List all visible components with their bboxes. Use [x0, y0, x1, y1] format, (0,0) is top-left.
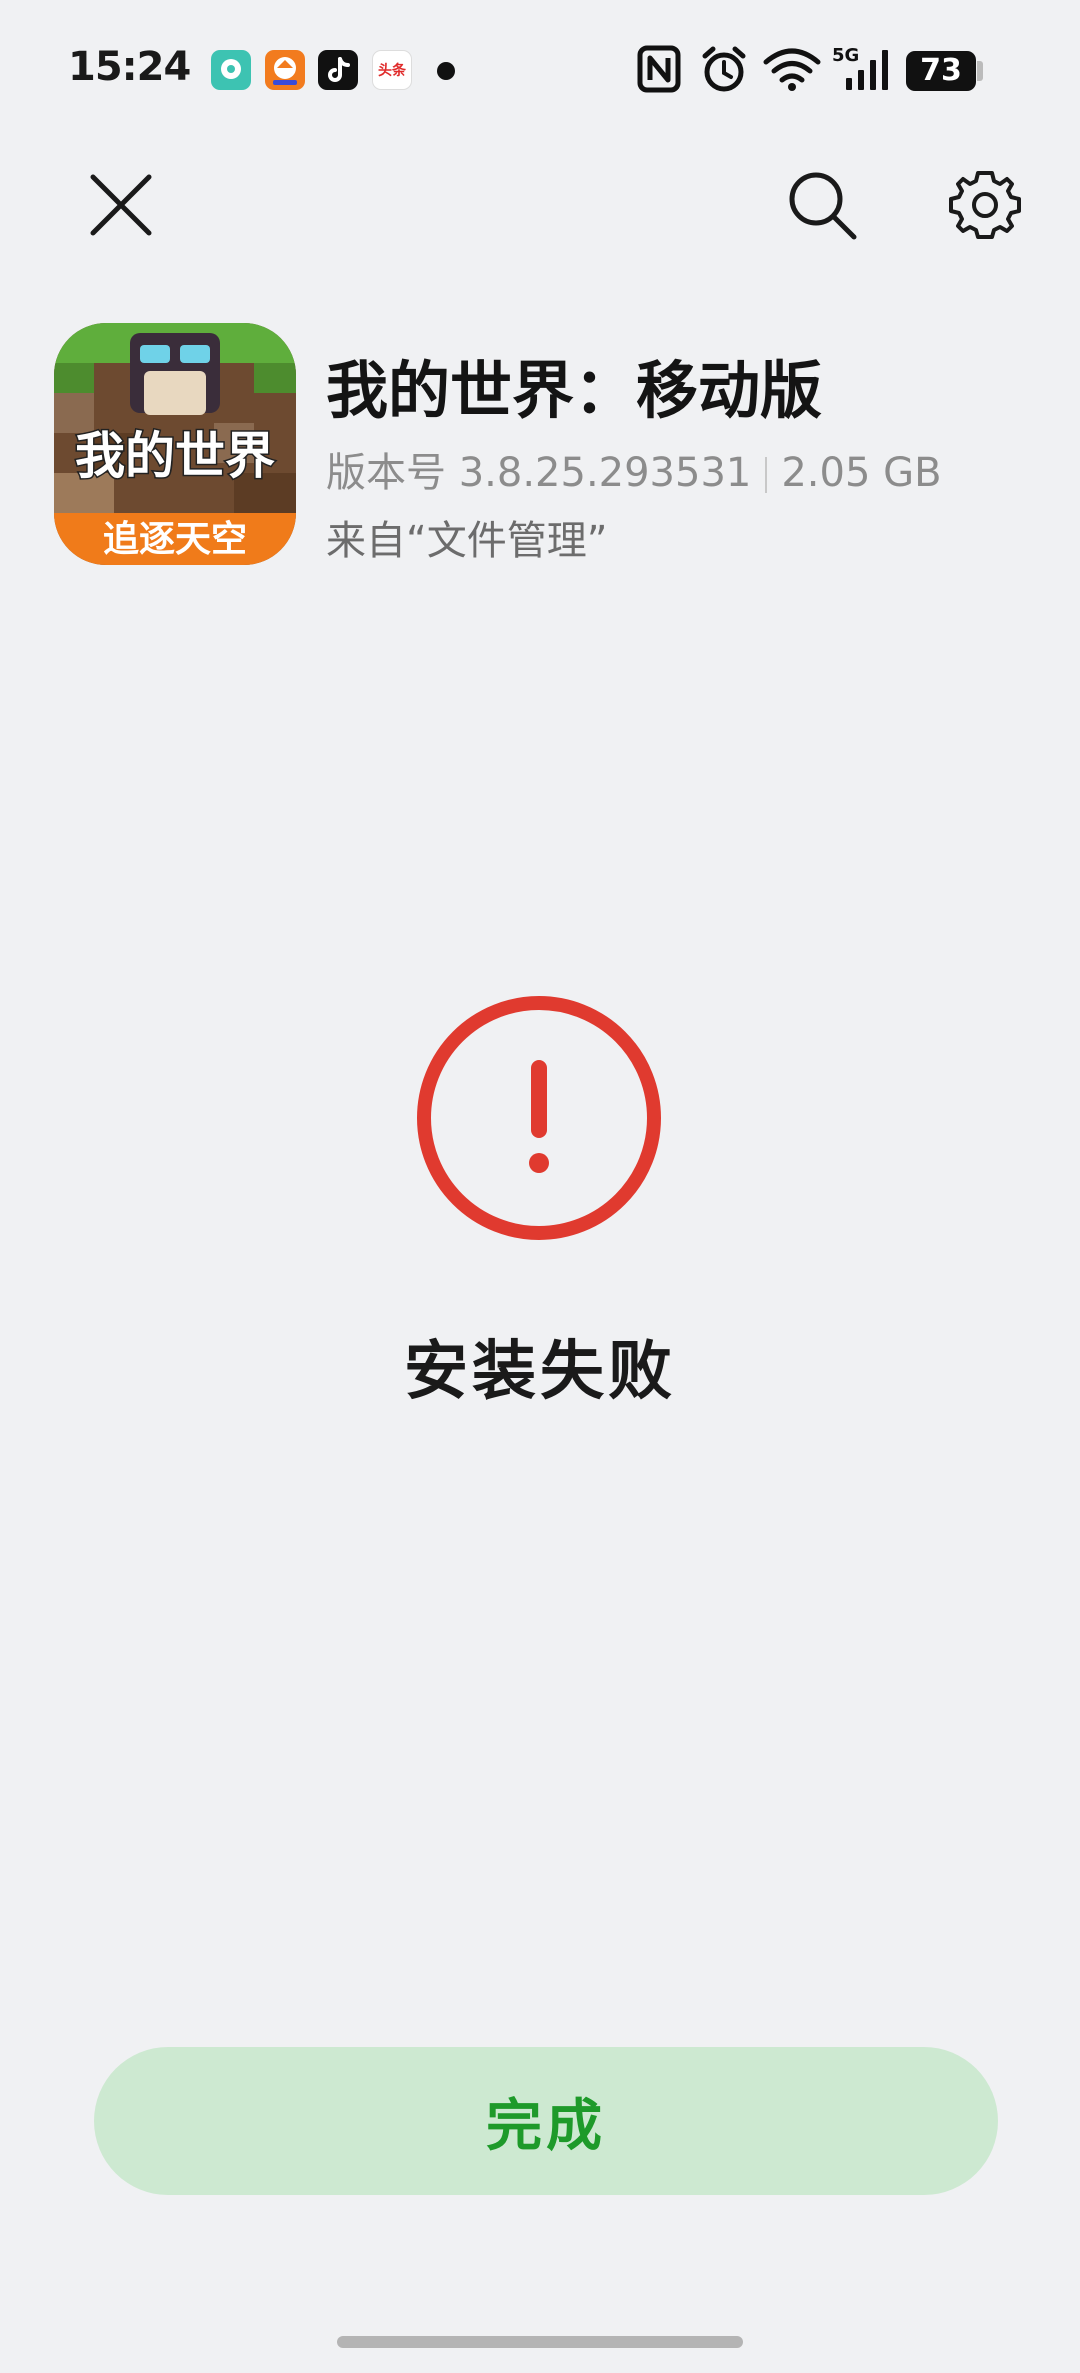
app-name: 我的世界：移动版 — [326, 354, 823, 427]
5g-signal-icon: 5G — [832, 44, 892, 98]
gear-icon — [949, 171, 1021, 239]
meta-divider — [765, 457, 768, 493]
tiktok-icon — [318, 50, 358, 90]
more-notifications-dot — [437, 62, 455, 80]
battery-tip — [977, 61, 983, 81]
error-exclamation-icon — [414, 993, 664, 1243]
install-status-text: 安装失败 — [404, 1335, 676, 1409]
settings-button[interactable] — [945, 165, 1025, 245]
done-button[interactable]: 完成 — [94, 2047, 998, 2195]
app-version: 版本号 3.8.25.293531 — [326, 450, 752, 496]
app-icon-title: 我的世界 — [75, 427, 275, 485]
wifi-icon — [763, 48, 821, 96]
nfc-icon — [637, 44, 681, 98]
home-indicator[interactable] — [337, 2336, 743, 2348]
status-time: 15:24 — [68, 44, 191, 90]
toutiao-icon: 头条 — [372, 50, 412, 90]
search-button[interactable] — [782, 165, 862, 245]
app-icon: 我的世界 追逐天空 — [54, 323, 296, 565]
network-label: 5G — [832, 45, 859, 66]
app-icon-subtitle: 追逐天空 — [103, 519, 247, 560]
bubble-app-icon — [211, 50, 251, 90]
toutiao-label: 头条 — [378, 63, 406, 79]
battery-level: 73 — [906, 51, 976, 91]
close-button[interactable] — [81, 165, 161, 245]
fox-app-icon — [265, 50, 305, 90]
app-meta: 版本号 3.8.25.293531 2.05 GB — [326, 440, 942, 498]
alarm-icon — [700, 44, 748, 100]
close-icon — [90, 174, 152, 236]
app-size: 2.05 GB — [781, 450, 942, 496]
app-source: 来自“文件管理” — [326, 518, 608, 564]
search-icon — [789, 172, 857, 240]
